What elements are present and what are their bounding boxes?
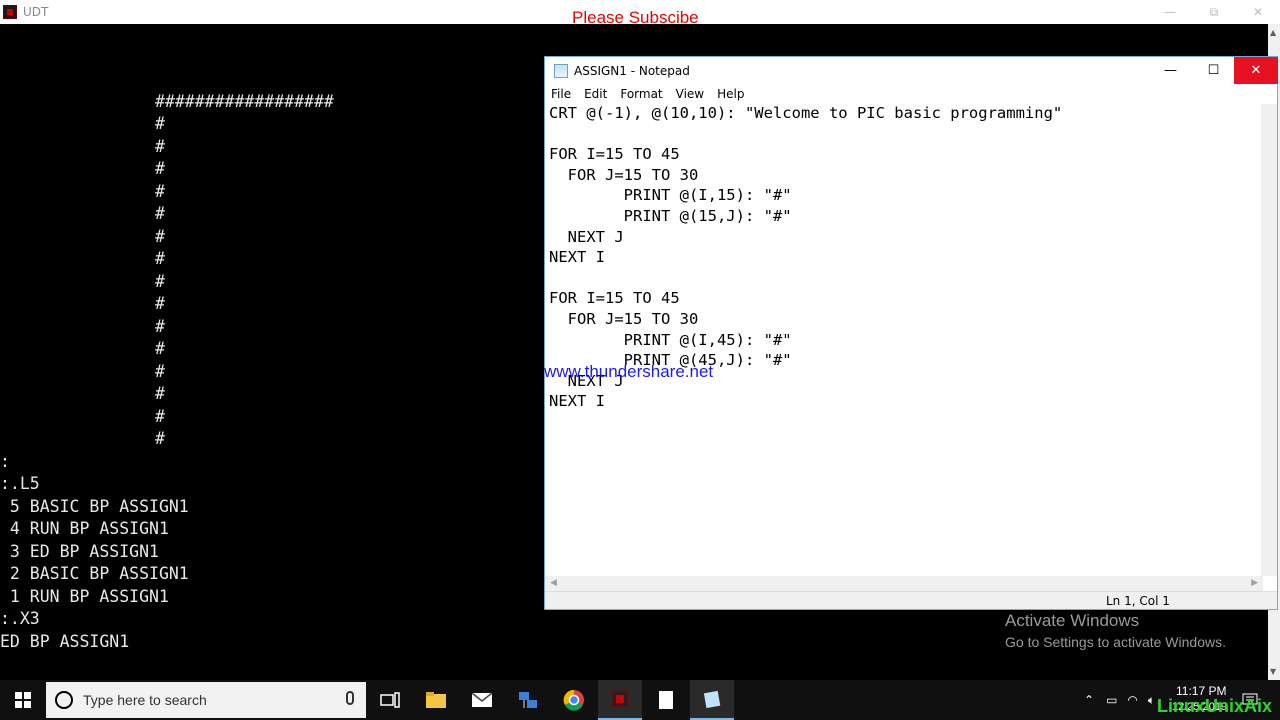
menu-format[interactable]: Format: [620, 87, 662, 101]
taskbar-document[interactable]: [644, 680, 688, 720]
task-view-button[interactable]: [368, 680, 412, 720]
battery-plug-icon[interactable]: ▭: [1106, 693, 1117, 707]
taskbar-search-box[interactable]: Type here to search: [46, 682, 366, 718]
menu-help[interactable]: Help: [717, 87, 744, 101]
taskbar-udt[interactable]: [598, 680, 642, 720]
search-placeholder: Type here to search: [83, 692, 207, 708]
notepad-icon: [703, 690, 721, 709]
scroll-left-icon[interactable]: ◀: [550, 578, 557, 588]
taskbar-chrome[interactable]: [552, 680, 596, 720]
taskbar-mail[interactable]: [460, 680, 504, 720]
mail-icon: [471, 692, 493, 707]
terminal-line: 3 ED BP ASSIGN1: [0, 542, 159, 561]
linuxunixaix-watermark: LinuxUnixAix: [1157, 696, 1273, 716]
terminal-line: 4 RUN BP ASSIGN1: [0, 519, 169, 538]
terminal-line: #: [155, 429, 165, 448]
menu-edit[interactable]: Edit: [584, 87, 607, 101]
code-line: NEXT I: [549, 248, 605, 267]
terminal-line: :.X3: [0, 609, 40, 628]
terminal-restore-button[interactable]: ⧉: [1192, 0, 1236, 24]
wifi-icon[interactable]: ◠: [1127, 693, 1137, 707]
chrome-icon: [563, 689, 584, 711]
start-button[interactable]: [0, 680, 46, 720]
scroll-right-icon[interactable]: ▶: [1251, 578, 1258, 588]
notepad-titlebar[interactable]: ASSIGN1 - Notepad — ☐ ✕: [545, 57, 1278, 84]
terminal-title: UDT: [23, 5, 49, 19]
activate-windows-subtitle: Go to Settings to activate Windows.: [1005, 634, 1226, 650]
system-tray: ⌃ ▭ ◠ 🔈︎: [1084, 680, 1155, 720]
volume-icon[interactable]: 🔈︎: [1148, 693, 1155, 708]
terminal-line: #: [155, 384, 165, 403]
subscribe-overlay-text: Please Subscibe: [572, 8, 699, 27]
terminal-close-button[interactable]: ✕: [1236, 0, 1280, 24]
terminal-line: #: [155, 407, 165, 426]
terminal-line: #: [155, 137, 165, 156]
notepad-menubar: File Edit Format View Help: [545, 84, 1277, 104]
notepad-close-button[interactable]: ✕: [1234, 57, 1278, 84]
taskbar-network-app[interactable]: [506, 680, 550, 720]
code-line: NEXT J: [549, 227, 624, 246]
windows-logo-icon: [15, 692, 31, 708]
terminal-line: #: [155, 227, 165, 246]
notepad-minimize-button[interactable]: —: [1149, 57, 1192, 84]
scroll-up-icon[interactable]: ▲: [1270, 28, 1276, 37]
terminal-line: #: [155, 249, 165, 268]
terminal-line: 5 BASIC BP ASSIGN1: [0, 497, 189, 516]
notepad-title: ASSIGN1 - Notepad: [574, 63, 690, 78]
code-line: FOR I=15 TO 45: [549, 289, 680, 308]
code-line: NEXT I: [549, 392, 605, 411]
code-line: CRT @(-1), @(10,10): "Welcome to PIC bas…: [549, 104, 1063, 122]
notepad-app-icon: [554, 63, 568, 78]
code-line: FOR J=15 TO 30: [549, 165, 699, 184]
folder-icon: [426, 692, 446, 708]
code-line: PRINT @(15,J): "#": [549, 207, 792, 225]
code-line: FOR J=15 TO 30: [549, 310, 699, 328]
udt-terminal-icon: [611, 690, 629, 708]
microphone-icon[interactable]: [346, 691, 354, 705]
taskbar-notepad[interactable]: [690, 680, 734, 720]
notepad-horizontal-scrollbar[interactable]: ◀ ▶: [545, 576, 1263, 592]
show-hidden-icons-icon[interactable]: ⌃: [1084, 693, 1094, 707]
code-line: PRINT @(I,45): "#": [549, 330, 792, 349]
menu-view[interactable]: View: [676, 87, 704, 101]
thundershare-watermark: www.thundershare.net: [544, 362, 714, 381]
terminal-line: #: [155, 114, 165, 133]
terminal-line: #: [155, 362, 165, 381]
terminal-line: #: [155, 182, 165, 201]
activate-windows-title: Activate Windows: [1005, 611, 1140, 630]
terminal-line: :.L5: [0, 474, 40, 493]
task-view-icon: [380, 692, 400, 708]
code-line: FOR I=15 TO 45: [549, 145, 680, 164]
menu-file[interactable]: File: [551, 87, 571, 101]
taskbar-file-explorer[interactable]: [414, 680, 458, 720]
terminal-line: #: [155, 272, 165, 291]
document-icon: [659, 691, 673, 709]
terminal-line: 1 RUN BP ASSIGN1: [0, 587, 169, 606]
terminal-minimize-button[interactable]: —: [1148, 0, 1192, 24]
notepad-text-area[interactable]: CRT @(-1), @(10,10): "Welcome to PIC bas…: [545, 104, 1263, 576]
notepad-maximize-button[interactable]: ☐: [1192, 57, 1235, 84]
scroll-down-icon[interactable]: ▼: [1270, 667, 1276, 676]
terminal-line: ED BP ASSIGN1: [0, 632, 130, 651]
terminal-line: 2 BASIC BP ASSIGN1: [0, 564, 189, 583]
network-computers-icon: [519, 692, 537, 708]
terminal-line: ##################: [155, 92, 334, 111]
notepad-vertical-scrollbar[interactable]: [1261, 104, 1277, 576]
cursor-position: Ln 1, Col 1: [1106, 594, 1170, 608]
taskbar: Type here to search ⌃ ▭ ◠ 🔈︎ 11:17 PM 12…: [0, 680, 1280, 720]
terminal-line: #: [155, 204, 165, 223]
udt-app-icon: [3, 5, 17, 19]
notepad-window[interactable]: ASSIGN1 - Notepad — ☐ ✕ File Edit Format…: [544, 56, 1278, 610]
cortana-circle-icon: [55, 691, 73, 709]
terminal-line: #: [155, 317, 165, 336]
terminal-line: #: [155, 159, 165, 178]
notepad-statusbar: Ln 1, Col 1: [545, 591, 1277, 609]
terminal-line: #: [155, 294, 165, 313]
terminal-line: :: [0, 452, 10, 471]
code-line: PRINT @(I,15): "#": [549, 186, 792, 205]
terminal-line: #: [155, 339, 165, 358]
